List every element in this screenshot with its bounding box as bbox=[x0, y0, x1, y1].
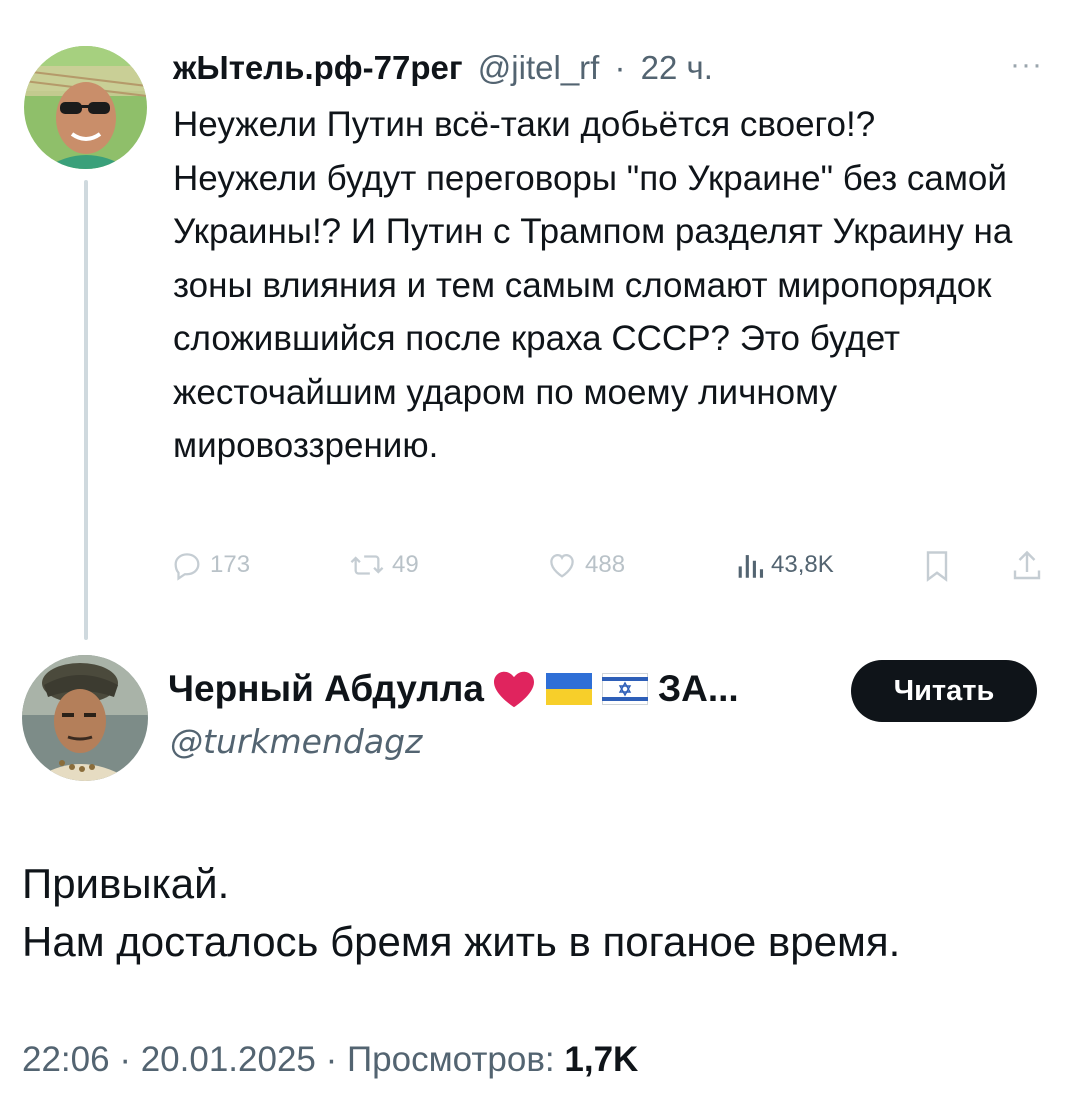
more-options-icon[interactable]: ··· bbox=[1010, 48, 1043, 82]
repost-action[interactable]: 49 bbox=[348, 548, 419, 582]
reply-author-avatar[interactable] bbox=[22, 655, 148, 781]
follow-button[interactable]: Читать bbox=[851, 660, 1037, 722]
bookmark-icon bbox=[926, 551, 948, 582]
israel-flag-icon bbox=[601, 673, 648, 705]
views-action[interactable]: 43,8K bbox=[735, 548, 834, 582]
parent-author-name[interactable]: жЫтель.рф-77рег bbox=[173, 49, 463, 86]
parent-tweet-header: жЫтель.рф-77рег @jitel_rf · 22 ч. bbox=[173, 48, 713, 88]
thread-line bbox=[84, 180, 88, 640]
header-separator: · bbox=[614, 49, 626, 86]
reply-icon bbox=[174, 553, 200, 581]
reply-tweet-text: Привыкай. Нам досталось бремя жить в пог… bbox=[22, 855, 1062, 971]
parent-tweet-text: Неужели Путин всё-таки добьётся своего!?… bbox=[173, 105, 1013, 465]
repost-count: 49 bbox=[392, 551, 419, 578]
reply-author-name: Черный Абдулла bbox=[168, 668, 484, 709]
reply-views-count[interactable]: 1,7K bbox=[564, 1040, 638, 1079]
share-icon bbox=[1013, 550, 1041, 580]
reply-text-line: Нам досталось бремя жить в поганое время… bbox=[22, 918, 901, 965]
reply-author-handle[interactable]: @turkmendagz bbox=[170, 722, 422, 761]
reply-text-line: Привыкай. bbox=[22, 860, 230, 907]
parent-timestamp[interactable]: 22 ч. bbox=[641, 49, 713, 86]
reply-count: 173 bbox=[210, 551, 251, 578]
reply-author-name-row[interactable]: Черный Абдулла ЗА... bbox=[168, 668, 739, 710]
ukraine-flag-icon bbox=[545, 673, 592, 705]
reply-author-name-suffix: ЗА... bbox=[657, 668, 739, 709]
reply-date[interactable]: 20.01.2025 bbox=[141, 1040, 316, 1079]
footer-separator: · bbox=[119, 1040, 141, 1079]
share-action[interactable] bbox=[1012, 548, 1048, 584]
like-action[interactable]: 488 bbox=[545, 548, 625, 582]
reply-time[interactable]: 22:06 bbox=[22, 1040, 110, 1079]
parent-tweet-actions: 173 49 488 43,8K bbox=[170, 548, 1050, 588]
repost-icon bbox=[350, 555, 384, 575]
reply-action[interactable]: 173 bbox=[170, 548, 250, 582]
heart-emoji-icon bbox=[493, 671, 534, 708]
like-icon bbox=[550, 553, 574, 578]
reply-views-label: Просмотров: bbox=[347, 1040, 555, 1079]
views-icon bbox=[738, 555, 764, 578]
views-count: 43,8K bbox=[771, 551, 834, 578]
parent-author-handle[interactable]: @jitel_rf bbox=[478, 49, 600, 86]
bookmark-action[interactable] bbox=[922, 548, 958, 584]
like-count: 488 bbox=[585, 551, 626, 578]
parent-author-avatar[interactable] bbox=[24, 46, 147, 169]
footer-separator: · bbox=[325, 1040, 348, 1079]
reply-footer: 22:06 · 20.01.2025 · Просмотров: 1,7K bbox=[22, 1040, 638, 1080]
